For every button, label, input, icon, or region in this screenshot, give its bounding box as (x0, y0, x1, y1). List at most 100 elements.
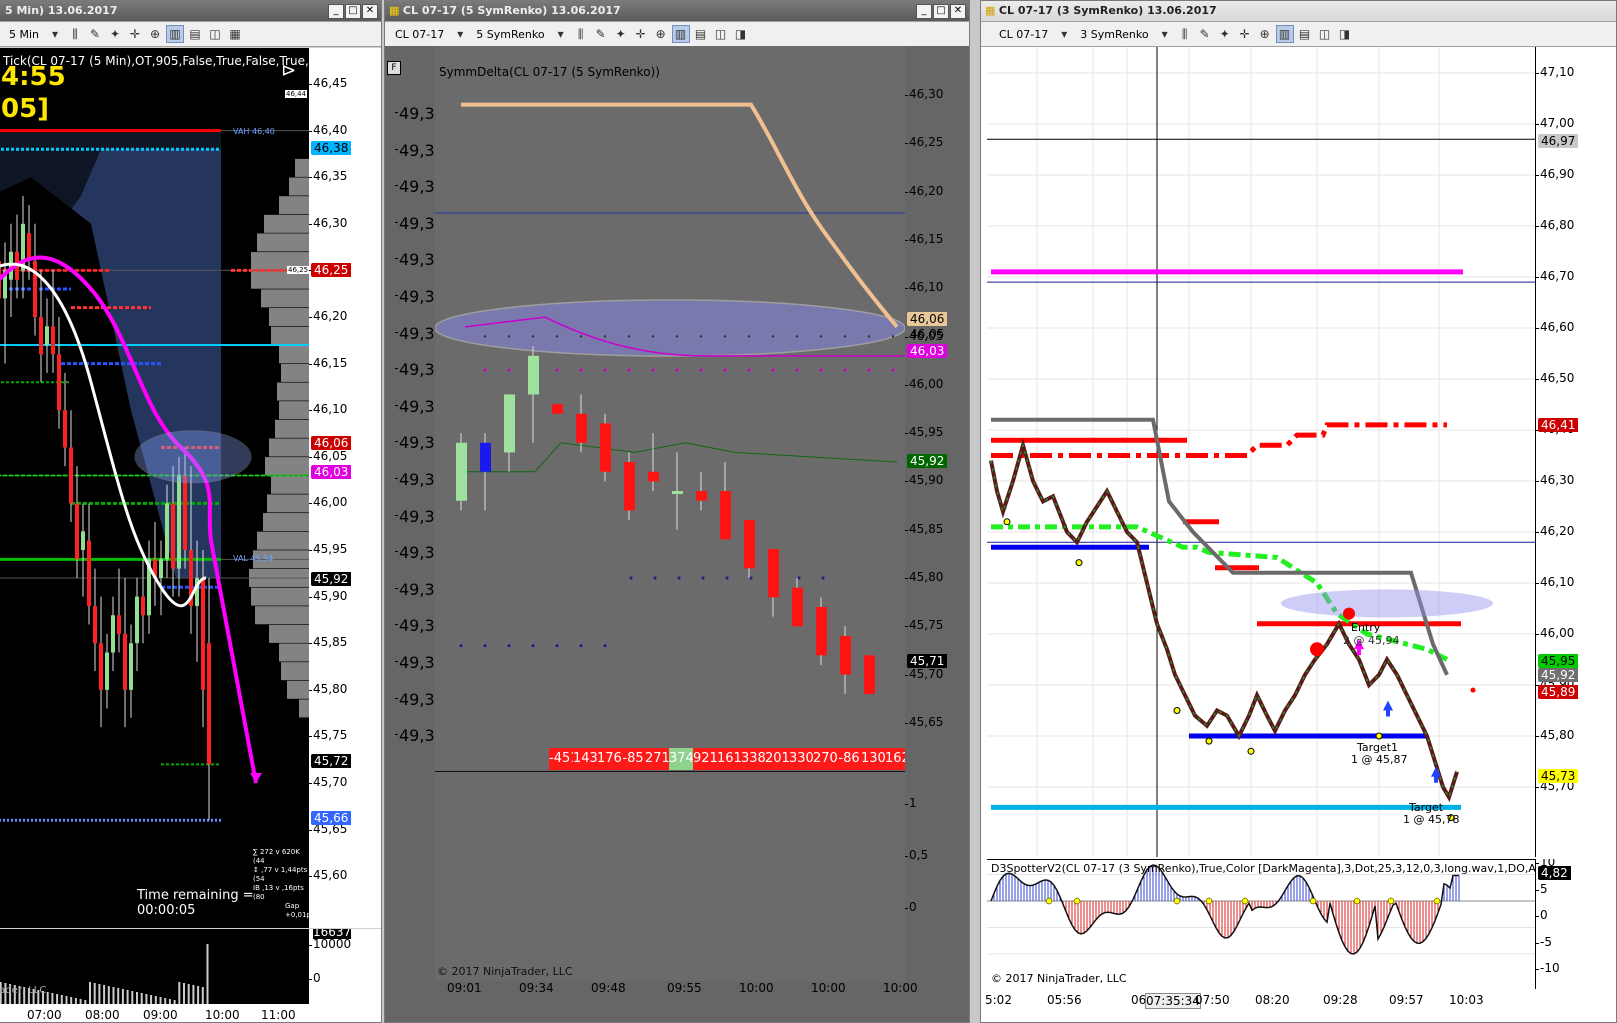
dot-marker (749, 576, 753, 580)
volume-bar (192, 985, 195, 1004)
dropdown-arrow-icon[interactable]: ▾ (1157, 26, 1173, 42)
middle-left-axis[interactable]: 49,38 49,38 49,38 49,38 49,38 49,38 49,38 49,38… (385, 46, 435, 770)
indicators-icon[interactable]: ▤ (1297, 26, 1313, 42)
time-axis-label: 10:00 (811, 981, 846, 995)
left-volume-panel[interactable]: rader, LLC (0, 929, 309, 1004)
candle-body (141, 596, 145, 616)
middle-time-axis[interactable]: 09:01 09:34 09:48 09:55 10:00 10:00 10:00 (385, 981, 969, 1022)
drawing-tool-icon[interactable]: ✦ (107, 26, 123, 42)
drawing-tool-icon[interactable]: ✦ (613, 26, 629, 42)
strategies-icon[interactable]: ◫ (713, 26, 729, 42)
left-price-axis[interactable]: 46,45 46,40 46,35 46,30 46,25 46,20 46,15 46,10… (309, 48, 381, 928)
left-title-bar[interactable]: 5 Min) 13.06.2017 _ □ ✕ (0, 1, 381, 22)
right-price-axis[interactable]: 47,1047,0046,9046,8046,7046,6046,5046,40… (1535, 47, 1616, 857)
indicators-icon[interactable]: ▤ (187, 26, 203, 42)
candle-body (171, 503, 175, 569)
left-time-axis[interactable]: 07:00 08:00 09:00 10:00 11:00 (0, 1004, 381, 1022)
instrument-selector[interactable]: CL 07-17 (995, 28, 1052, 41)
left-chart-window[interactable]: 5 Min) 13.06.2017 _ □ ✕ 5 Min ▾ ⫼ ✎ ✦ ✛ ⊕… (0, 0, 382, 1023)
strategies-icon[interactable]: ◫ (1317, 26, 1333, 42)
play-icon[interactable]: ⊳ (281, 60, 296, 81)
right-time-axis[interactable]: 5:0205:5606:507:35:3407:5008:2009:2809:5… (981, 989, 1616, 1022)
maximize-button[interactable]: □ (345, 4, 361, 19)
swing-dot (1205, 737, 1213, 745)
zoom-icon[interactable]: ⊕ (653, 26, 669, 42)
draw-pencil-icon[interactable]: ✎ (87, 26, 103, 42)
oscillator-axis[interactable]: 10 5 0 -5 -10 4,82 (1535, 859, 1616, 989)
volume-profile-bar (279, 345, 309, 364)
bar-style-icon[interactable]: ⫼ (67, 26, 83, 42)
middle-chart-window[interactable]: ▦ CL 07-17 (5 SymRenko) 13.06.2017 _ □ ✕… (384, 0, 970, 1023)
swing-dot (1173, 707, 1181, 714)
right-price-panel[interactable]: Entry 2 @ 45,94 Target1 1 @ 45,87 Target… (987, 47, 1535, 857)
volume-bar (154, 996, 157, 1004)
maximize-button[interactable]: □ (933, 4, 949, 19)
crosshair-icon[interactable]: ✛ (1237, 26, 1253, 42)
dropdown-arrow-icon[interactable]: ▾ (1056, 26, 1072, 42)
time-axis-label: 07:50 (1195, 993, 1230, 1007)
time-axis-label: 10:00 (883, 981, 918, 995)
chart-trader-icon[interactable]: ▥ (671, 25, 690, 43)
axis-tick-label: 46,00 (905, 376, 944, 391)
candle-body (99, 643, 103, 690)
right-oscillator-panel[interactable]: D3SpotterV2(CL 07-17 (3 SymRenko),True,C… (987, 859, 1535, 990)
minimize-button[interactable]: _ (916, 4, 932, 19)
strategies-icon[interactable]: ◫ (207, 26, 223, 42)
price-marker-tag: 46,06 (311, 436, 352, 450)
panel-menu-icon[interactable]: F (387, 61, 401, 75)
time-axis-label: 09:48 (591, 981, 626, 995)
volume-bar (187, 984, 190, 1004)
green-line (461, 442, 898, 473)
candle-body (696, 491, 707, 501)
bartype-selector[interactable]: 3 SymRenko (1076, 28, 1152, 41)
dot-marker (555, 368, 559, 372)
middle-price-axis[interactable]: 46,30 46,25 46,20 46,15 46,10 46,05 46,00 45,95… (905, 46, 969, 770)
volume-bar (107, 986, 110, 1004)
close-button[interactable]: ✕ (950, 4, 966, 19)
right-price-svg (987, 47, 1535, 857)
chart-trader-icon[interactable]: ▥ (1275, 25, 1294, 43)
close-button[interactable]: ✕ (362, 4, 378, 19)
dropdown-arrow-icon[interactable]: ▾ (452, 26, 468, 42)
candle-body (600, 423, 611, 472)
axis-tick-label: 46,15 (309, 355, 348, 370)
right-title-bar[interactable]: ▦ CL 07-17 (3 SymRenko) 13.06.2017 (981, 1, 1616, 22)
properties-icon[interactable]: ◨ (1337, 26, 1353, 42)
axis-tick-label: 45,75 (905, 618, 944, 633)
volume-axis[interactable]: 16637 10000 0 (309, 929, 381, 1004)
price-marker-tag: 4,82 (1538, 866, 1571, 880)
bar-style-icon[interactable]: ⫼ (573, 26, 589, 42)
properties-icon[interactable]: ◨ (733, 26, 749, 42)
target1-price-label: 1 @ 45,87 (1351, 753, 1408, 766)
middle-price-panel[interactable]: SymmDelta(CL 07-17 (5 SymRenko)) -451 143… (435, 46, 905, 770)
draw-pencil-icon[interactable]: ✎ (593, 26, 609, 42)
dot-marker (651, 335, 655, 338)
crosshair-icon[interactable]: ✛ (633, 26, 649, 42)
middle-lower-axis[interactable]: 1 0,5 0 (905, 771, 969, 981)
draw-pencil-icon[interactable]: ✎ (1197, 26, 1213, 42)
instrument-selector[interactable]: CL 07-17 (391, 28, 448, 41)
chart-trader-icon[interactable]: ▥ (166, 25, 185, 43)
right-chart-window[interactable]: ▦ CL 07-17 (3 SymRenko) 13.06.2017 CL 07… (980, 0, 1617, 1023)
dropdown-arrow-icon[interactable]: ▾ (553, 26, 569, 42)
zoom-icon[interactable]: ⊕ (147, 26, 163, 42)
middle-lower-panel[interactable]: © 2017 NinjaTrader, LLC (435, 771, 905, 982)
price-marker-tag: 45,66 (311, 811, 352, 825)
bar-style-icon[interactable]: ⫼ (1177, 26, 1193, 42)
interval-selector[interactable]: 5 Min (5, 28, 43, 41)
time-axis-label: 09:55 (667, 981, 702, 995)
middle-title-bar[interactable]: ▦ CL 07-17 (5 SymRenko) 13.06.2017 _ □ ✕ (385, 1, 969, 22)
crosshair-icon[interactable]: ✛ (127, 26, 143, 42)
bartype-selector[interactable]: 5 SymRenko (472, 28, 548, 41)
time-axis-label: 08:00 (85, 1008, 120, 1022)
dropdown-arrow-icon[interactable]: ▾ (47, 26, 63, 42)
indicators-icon[interactable]: ▤ (693, 26, 709, 42)
properties-icon[interactable]: ▦ (227, 26, 243, 42)
candle-body (768, 549, 779, 598)
zoom-icon[interactable]: ⊕ (1257, 26, 1273, 42)
drawing-tool-icon[interactable]: ✦ (1217, 26, 1233, 42)
volume-bar (98, 984, 101, 1004)
minimize-button[interactable]: _ (328, 4, 344, 19)
volume-bar (56, 994, 59, 1004)
left-price-panel[interactable]: Tick(CL 07-17 (5 Min),OT,905,False,True,… (0, 48, 309, 928)
